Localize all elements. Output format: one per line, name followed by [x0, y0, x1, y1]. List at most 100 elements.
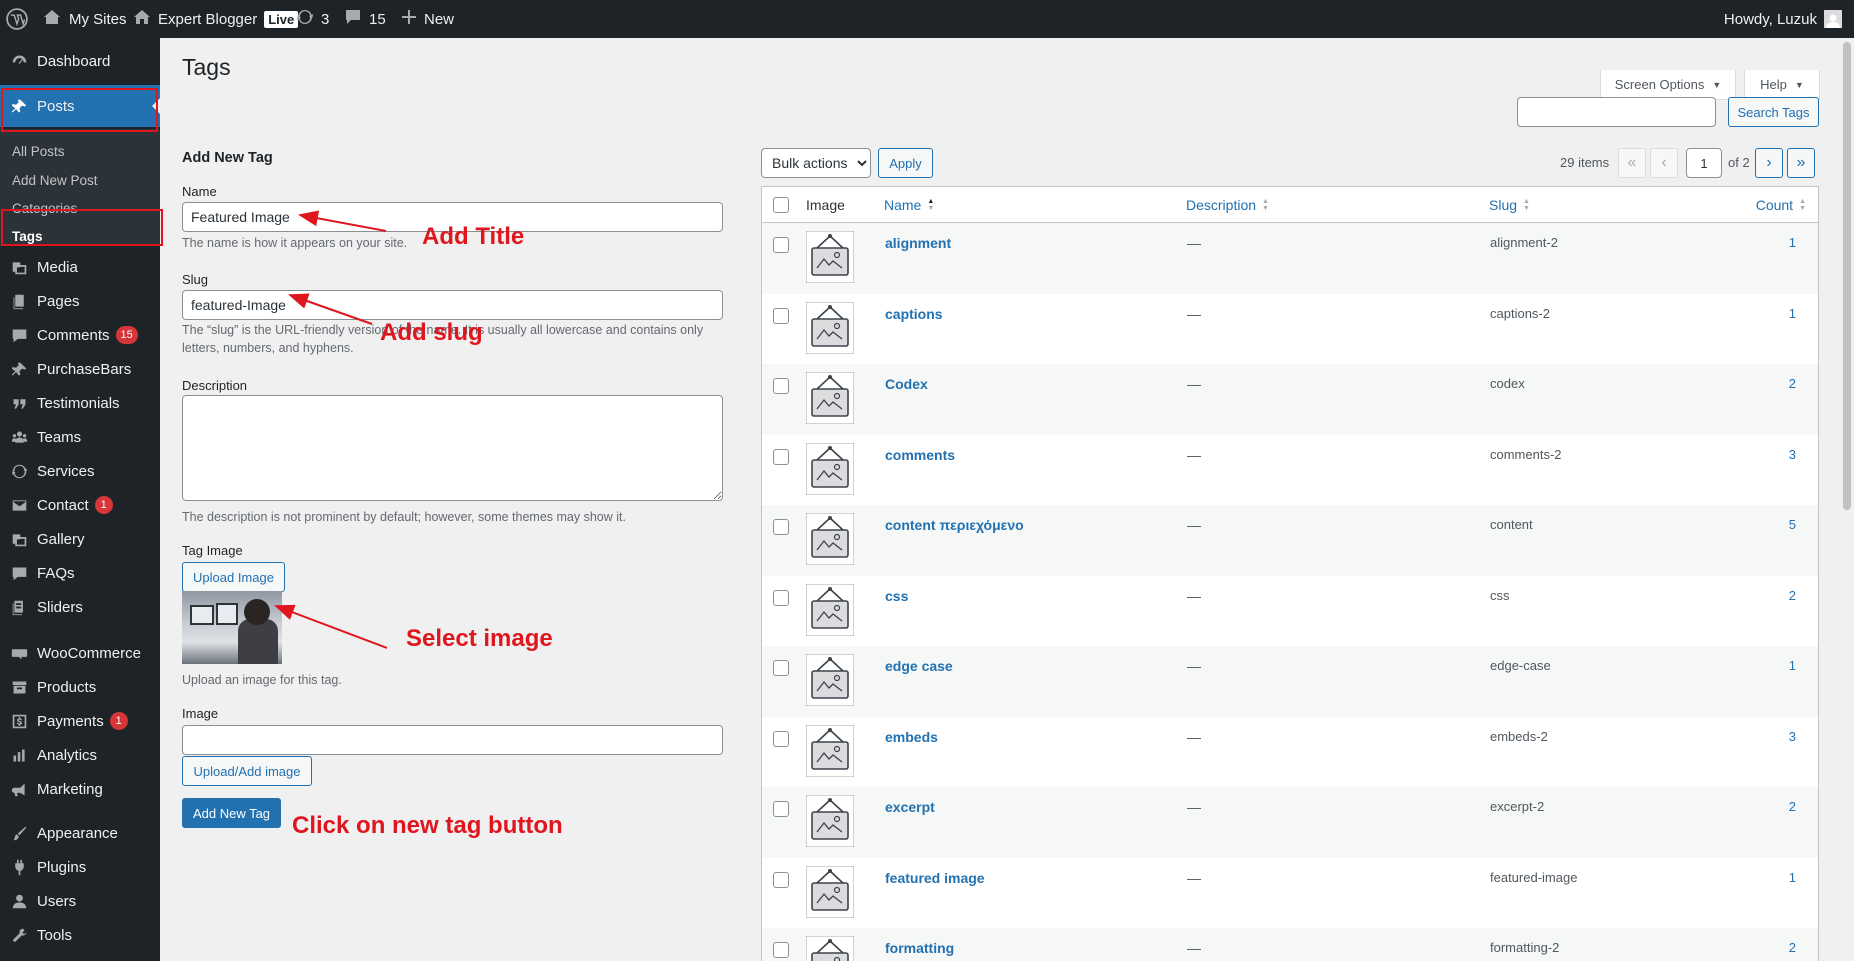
submenu-categories[interactable]: Categories [12, 201, 77, 216]
search-tags-input[interactable] [1517, 97, 1716, 127]
tag-count-link[interactable]: 3 [1789, 447, 1796, 462]
add-new-tag-button[interactable]: Add New Tag [182, 798, 281, 828]
tag-count-link[interactable]: 2 [1789, 799, 1796, 814]
updates-menu[interactable]: 3 [296, 0, 329, 38]
upload-image-button[interactable]: Upload Image [182, 562, 285, 592]
tag-count-link[interactable]: 2 [1789, 588, 1796, 603]
total-pages: of 2 [1728, 155, 1750, 170]
select-all-checkbox[interactable] [773, 197, 789, 213]
menu-label: Users [37, 892, 77, 910]
column-slug[interactable]: Slug ▲ ▼ [1489, 187, 1530, 223]
tag-slug-input[interactable] [182, 290, 723, 320]
tag-name-link[interactable]: excerpt [885, 799, 935, 815]
row-checkbox[interactable] [773, 448, 789, 465]
menu-posts[interactable]: Posts [0, 85, 160, 127]
new-content-menu[interactable]: New [401, 0, 454, 38]
row-checkbox[interactable] [773, 801, 789, 817]
tag-count-link[interactable]: 1 [1789, 870, 1796, 885]
first-page-button[interactable]: « [1618, 148, 1646, 178]
menu-purchasebars[interactable]: PurchaseBars [0, 352, 160, 386]
tag-name-link[interactable]: featured image [885, 870, 985, 886]
menu-sliders[interactable]: Sliders [0, 590, 160, 624]
tag-count-link[interactable]: 5 [1789, 517, 1796, 532]
description-label: Description [182, 378, 248, 393]
tag-count-link[interactable]: 3 [1789, 729, 1796, 744]
prev-page-button[interactable]: ‹ [1650, 148, 1678, 178]
menu-services[interactable]: Services [0, 454, 160, 488]
scrollbar-thumb[interactable] [1843, 42, 1851, 510]
menu-analytics[interactable]: Analytics [0, 738, 160, 772]
site-name-menu[interactable]: Expert Blogger Live [133, 0, 299, 38]
submenu-all-posts[interactable]: All Posts [12, 144, 65, 159]
menu-users[interactable]: Users [0, 884, 160, 918]
tag-name-link[interactable]: comments [885, 447, 955, 463]
tag-name-link[interactable]: captions [885, 306, 943, 322]
menu-label: Appearance [37, 824, 118, 842]
comments-menu[interactable]: 15 [344, 0, 386, 38]
menu-teams[interactable]: Teams [0, 420, 160, 454]
tag-description: — [1187, 940, 1201, 956]
help-tab[interactable]: Help ▼ [1744, 70, 1820, 100]
column-count[interactable]: Count ▲ ▼ [1756, 187, 1806, 223]
next-page-button[interactable]: › [1755, 148, 1783, 178]
last-page-button[interactable]: » [1787, 148, 1815, 178]
tag-count-link[interactable]: 2 [1789, 940, 1796, 955]
payments-count-badge: 1 [109, 712, 128, 730]
menu-products[interactable]: Products [0, 670, 160, 704]
menu-dashboard[interactable]: Dashboard [0, 44, 160, 78]
quote-icon [9, 393, 29, 413]
image-url-input[interactable] [182, 725, 723, 755]
row-checkbox[interactable] [773, 730, 789, 747]
row-checkbox[interactable] [773, 307, 789, 324]
tag-name-link[interactable]: content περιεχόμενο [885, 517, 1024, 533]
menu-payments[interactable]: Payments 1 [0, 704, 160, 738]
column-description[interactable]: Description ▲ ▼ [1186, 187, 1269, 223]
apply-button[interactable]: Apply [878, 148, 933, 178]
admin-bar: My Sites Expert Blogger Live 3 15 New Ho… [0, 0, 1854, 38]
search-tags-button[interactable]: Search Tags [1728, 97, 1819, 127]
submenu-add-new-post[interactable]: Add New Post [12, 173, 98, 188]
menu-contact[interactable]: Contact 1 [0, 488, 160, 522]
row-checkbox[interactable] [773, 519, 789, 535]
bulk-actions-select[interactable]: Bulk actions [761, 148, 871, 178]
row-checkbox[interactable] [773, 378, 789, 394]
menu-appearance[interactable]: Appearance [0, 816, 160, 850]
description-textarea[interactable] [182, 395, 723, 501]
submenu-tags[interactable]: Tags [12, 229, 43, 244]
tag-name-link[interactable]: formatting [885, 940, 954, 956]
row-checkbox[interactable] [773, 871, 789, 888]
menu-faqs[interactable]: FAQs [0, 556, 160, 590]
tag-name-link[interactable]: Codex [885, 376, 928, 392]
menu-marketing[interactable]: Marketing [0, 772, 160, 806]
tag-count-link[interactable]: 1 [1789, 306, 1796, 321]
row-checkbox[interactable] [773, 942, 789, 958]
menu-comments[interactable]: Comments 15 [0, 318, 160, 352]
menu-gallery[interactable]: Gallery [0, 522, 160, 556]
tag-name-link[interactable]: alignment [885, 235, 951, 251]
tag-description: — [1187, 305, 1201, 322]
menu-media[interactable]: Media [0, 250, 160, 284]
row-checkbox[interactable] [773, 589, 789, 606]
tag-name-link[interactable]: edge case [885, 658, 953, 674]
menu-plugins[interactable]: Plugins [0, 850, 160, 884]
wordpress-logo-icon[interactable] [6, 0, 28, 38]
menu-tools[interactable]: Tools [0, 918, 160, 952]
current-page-input[interactable] [1686, 148, 1722, 178]
row-checkbox[interactable] [773, 660, 789, 676]
tag-name-link[interactable]: css [885, 588, 908, 604]
menu-testimonials[interactable]: Testimonials [0, 386, 160, 420]
page-scrollbar[interactable] [1840, 38, 1854, 961]
upload-add-image-button[interactable]: Upload/Add image [182, 756, 312, 786]
my-sites-menu[interactable]: My Sites [42, 0, 127, 38]
column-name[interactable]: Name ▲ ▼ [884, 187, 934, 223]
tag-name-link[interactable]: embeds [885, 729, 938, 745]
account-menu[interactable]: Howdy, Luzuk [1724, 0, 1842, 38]
tag-count-link[interactable]: 1 [1789, 658, 1796, 673]
tag-count-link[interactable]: 2 [1789, 376, 1796, 391]
prev-page-icon: ‹ [1661, 154, 1667, 171]
menu-pages[interactable]: Pages [0, 284, 160, 318]
menu-woocommerce[interactable]: WooCommerce [0, 636, 160, 670]
tag-count-link[interactable]: 1 [1789, 235, 1796, 250]
row-checkbox[interactable] [773, 237, 789, 253]
screen-options-tab[interactable]: Screen Options ▼ [1600, 70, 1736, 100]
